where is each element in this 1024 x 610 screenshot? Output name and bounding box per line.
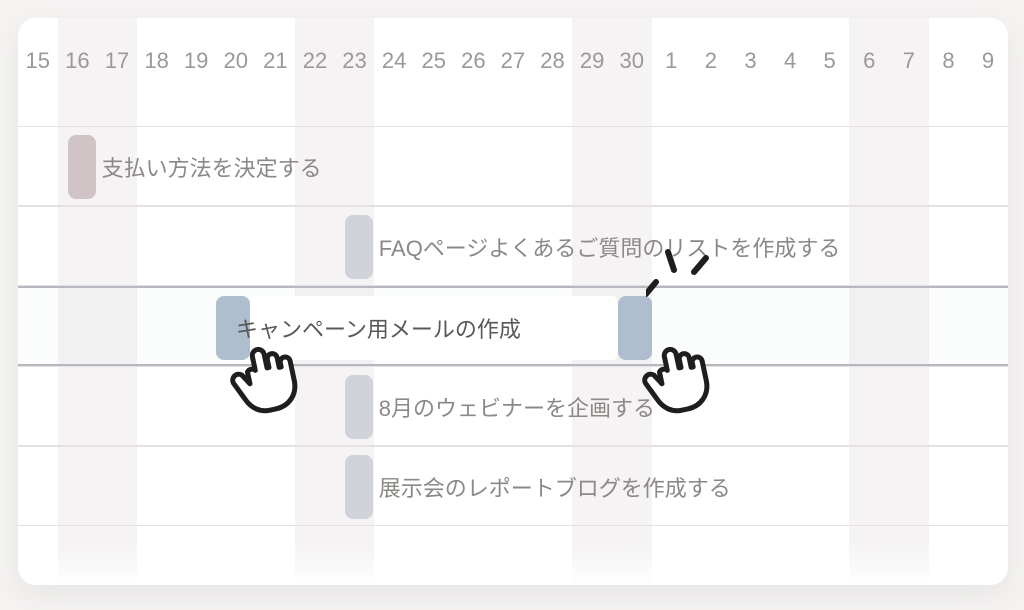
task-thumb[interactable] [345,375,373,439]
timeline-day[interactable]: 19 [176,18,216,104]
timeline-day[interactable]: 26 [454,18,494,104]
timeline-day[interactable]: 9 [968,18,1008,104]
timeline-day[interactable]: 25 [414,18,454,104]
task-bar-campaign[interactable]: キャンペーン用メールの作成 [216,296,652,360]
timeline-day[interactable]: 5 [810,18,850,104]
task-bar-payment[interactable]: 支払い方法を決定する [58,135,332,199]
gantt-card: 1516171819202122232425262728293012345678… [18,18,1008,585]
task-thumb[interactable] [68,135,96,199]
timeline-day[interactable]: 15 [18,18,58,104]
task-label: キャンペーン用メールの作成 [236,312,521,344]
timeline-day[interactable]: 2 [691,18,731,104]
task-bar-faq[interactable]: FAQページよくあるご質問のリストを作成する [335,215,851,279]
timeline-day[interactable]: 30 [612,18,652,104]
timeline-day[interactable]: 6 [849,18,889,104]
timeline-day[interactable]: 4 [770,18,810,104]
timeline-day[interactable]: 22 [295,18,335,104]
task-row: 展示会のレポートブログを作成する [18,446,1008,526]
timeline-day[interactable]: 17 [97,18,137,104]
task-bar-webinar[interactable]: 8月のウェビナーを企画する [335,375,665,439]
task-row-selected: キャンペーン用メールの作成 [18,286,1008,366]
timeline-day[interactable]: 29 [572,18,612,104]
task-thumb[interactable] [345,215,373,279]
timeline-day[interactable]: 28 [533,18,573,104]
task-drag-handle-end[interactable] [618,296,652,360]
task-label: 展示会のレポートブログを作成する [379,471,731,503]
timeline-day[interactable]: 3 [731,18,771,104]
timeline-header: 1516171819202122232425262728293012345678… [18,18,1008,104]
task-label: 8月のウェビナーを企画する [379,391,655,423]
task-row: 支払い方法を決定する [18,126,1008,206]
timeline-day[interactable]: 23 [335,18,375,104]
task-label: 支払い方法を決定する [102,151,322,183]
bottom-fade [18,545,1008,585]
timeline-day[interactable]: 27 [493,18,533,104]
timeline-day[interactable]: 16 [58,18,98,104]
timeline-day[interactable]: 21 [256,18,296,104]
timeline-day[interactable]: 8 [929,18,969,104]
task-row: 8月のウェビナーを企画する [18,366,1008,446]
timeline-day[interactable]: 7 [889,18,929,104]
task-label: FAQページよくあるご質問のリストを作成する [379,231,841,263]
timeline-day[interactable]: 20 [216,18,256,104]
timeline-day[interactable]: 24 [374,18,414,104]
task-bar-report[interactable]: 展示会のレポートブログを作成する [335,455,741,519]
task-row: FAQページよくあるご質問のリストを作成する [18,206,1008,286]
timeline-day[interactable]: 18 [137,18,177,104]
task-thumb[interactable] [345,455,373,519]
timeline-day[interactable]: 1 [652,18,692,104]
